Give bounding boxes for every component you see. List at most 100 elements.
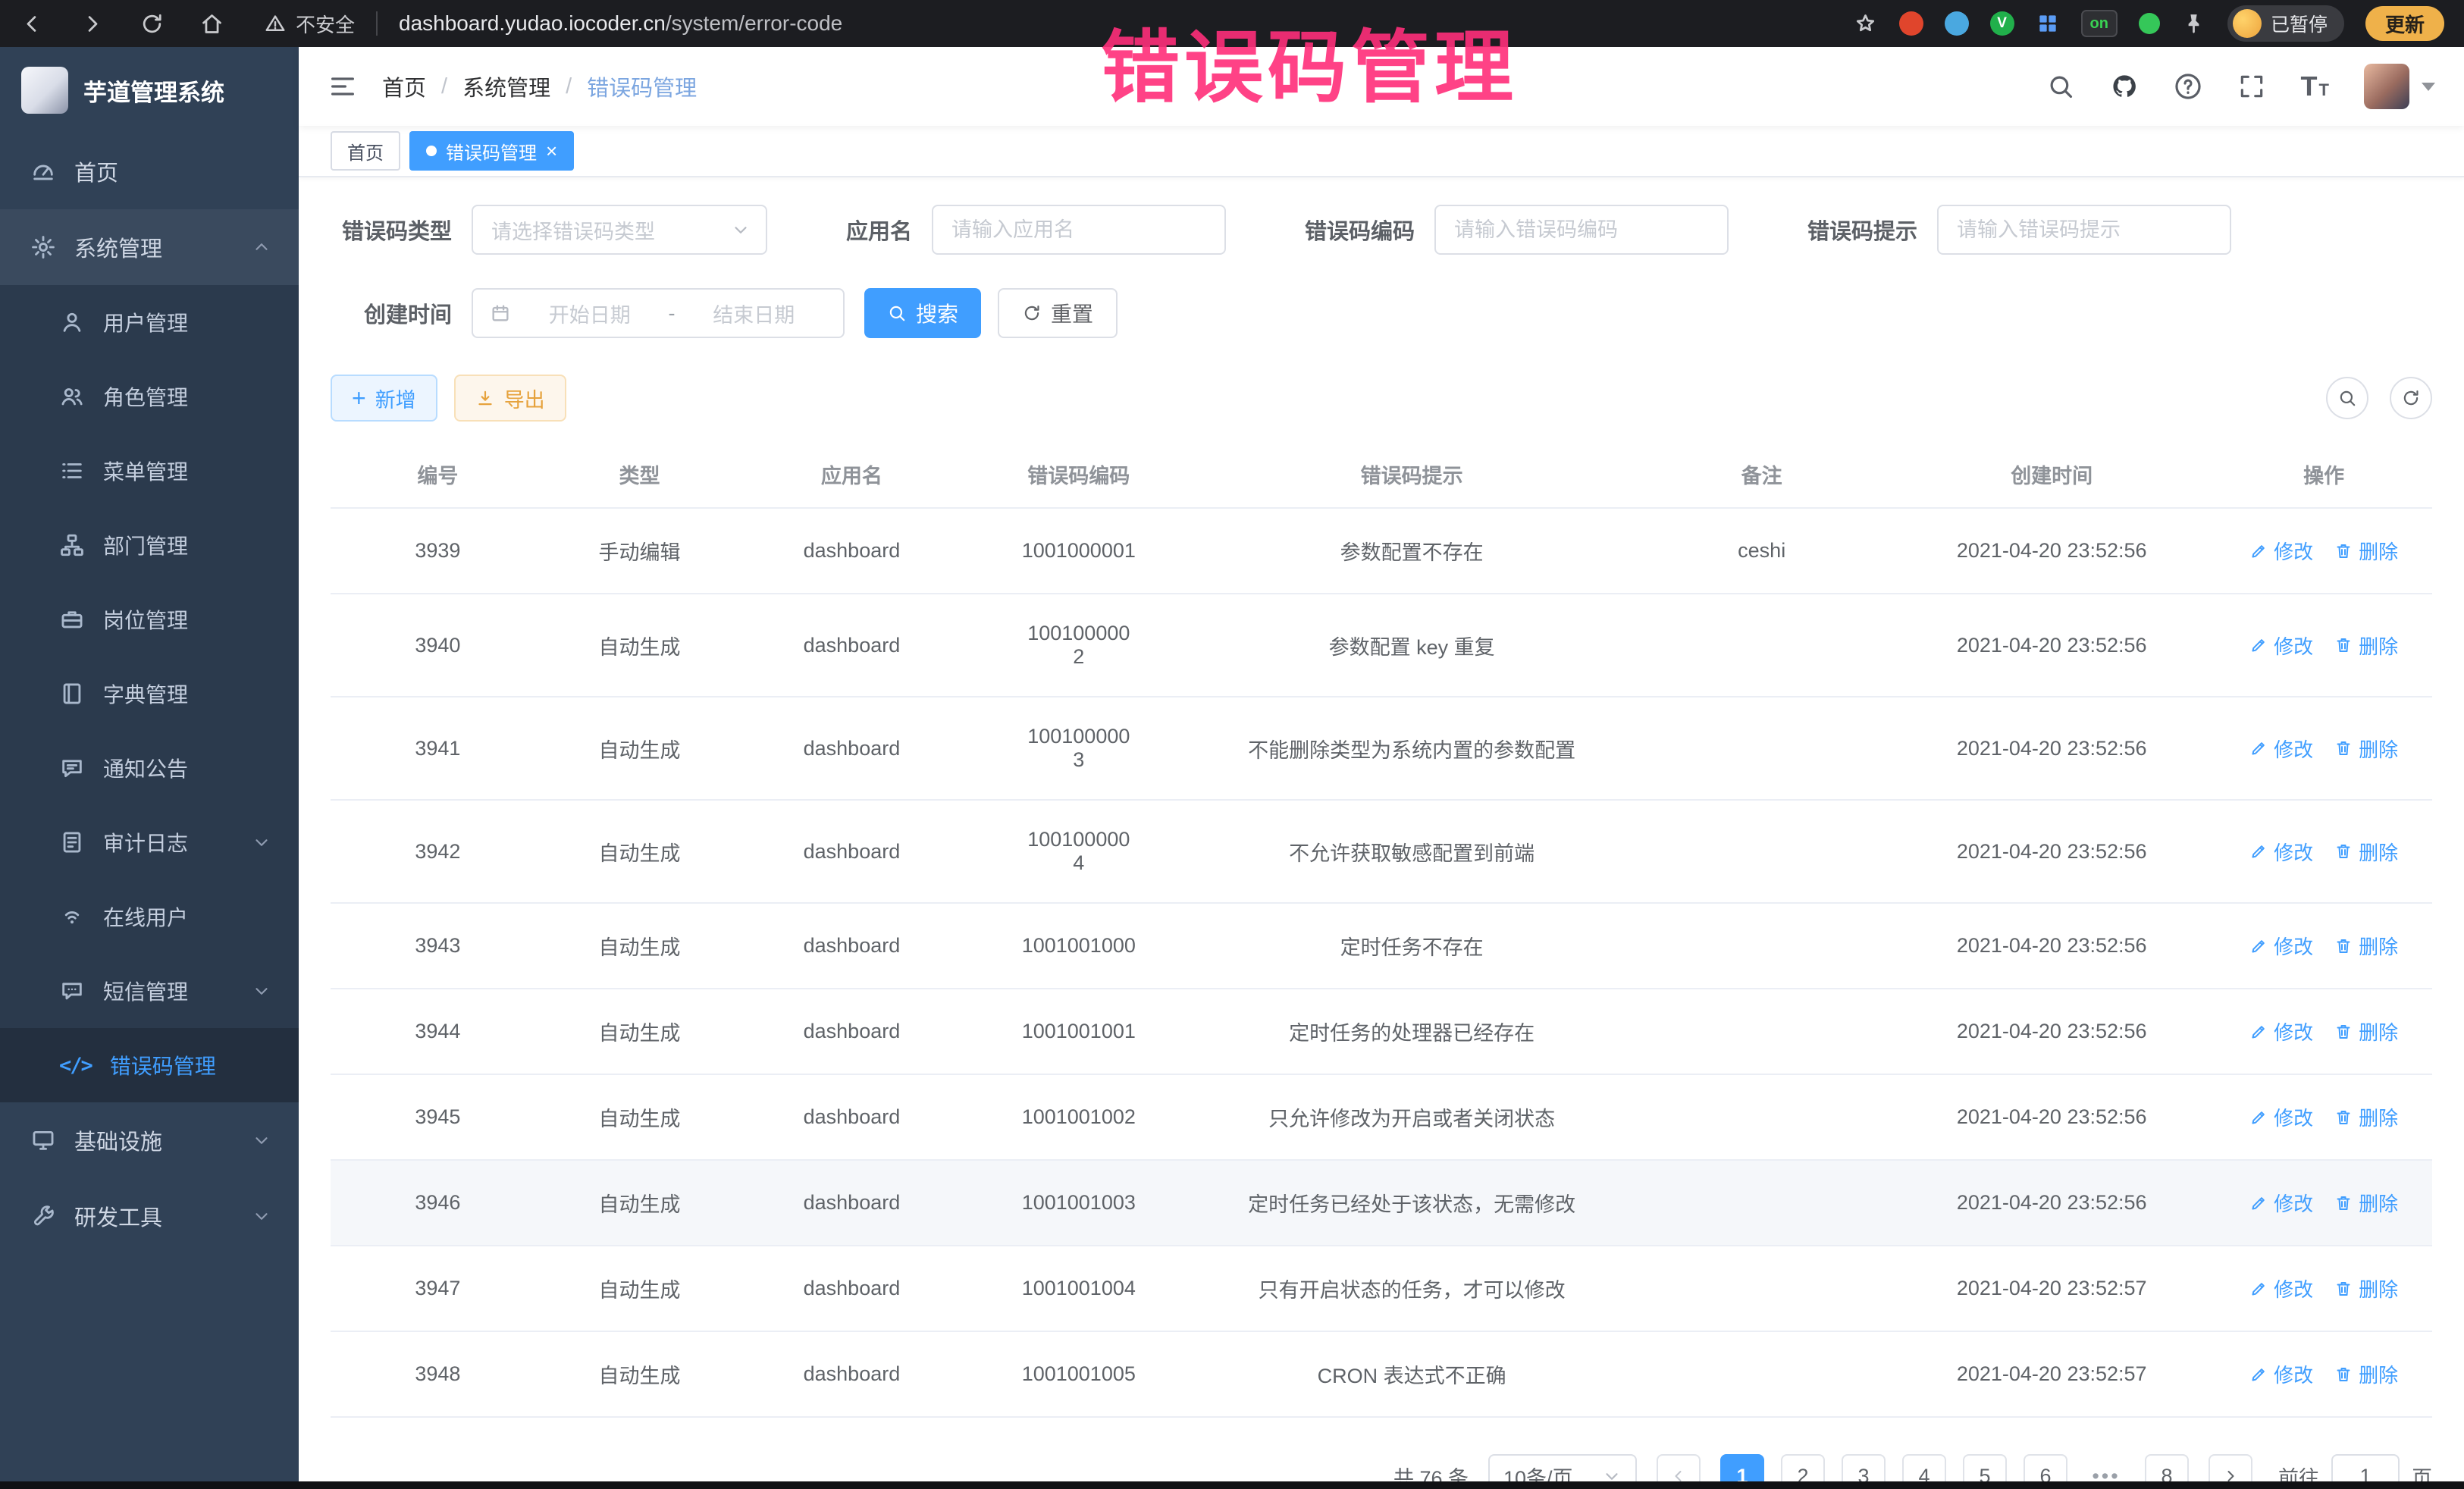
extension-on-badge[interactable]: on [2081,10,2118,37]
search-button[interactable]: 搜索 [864,288,981,338]
app-name-input[interactable] [932,205,1226,255]
delete-link[interactable]: 删除 [2334,1103,2398,1131]
sidebar-toggle-icon[interactable] [328,71,358,102]
help-icon[interactable] [2174,72,2202,101]
sidebar-item-home[interactable]: 首页 [0,133,299,209]
sidebar-item-menus[interactable]: 菜单管理 [0,434,299,508]
refresh-icon [1022,303,1042,323]
forward-icon[interactable] [80,11,105,36]
security-indicator[interactable]: 不安全 [264,10,355,38]
browser-home-icon[interactable] [199,11,224,36]
extension-icon-green[interactable]: V [1990,11,2014,36]
browser-profile-chip[interactable]: 已暂停 [2227,5,2344,42]
document-icon [59,829,85,855]
sidebar-item-sms[interactable]: 短信管理 [0,954,299,1028]
edit-link[interactable]: 修改 [2249,1017,2313,1045]
edit-link[interactable]: 修改 [2249,932,2313,960]
browser-update-button[interactable]: 更新 [2365,6,2444,41]
sidebar-item-online-users[interactable]: 在线用户 [0,879,299,954]
cell-type: 自动生成 [545,1161,734,1245]
error-type-select[interactable]: 请选择错误码类型 [472,205,767,255]
toggle-search-button[interactable] [2326,377,2368,419]
sidebar-item-dictionary[interactable]: 字典管理 [0,657,299,731]
cell-error-code: 1001001005 [970,1335,1188,1413]
address-bar[interactable]: dashboard.yudao.iocoder.cn/system/error-… [399,11,842,36]
delete-link-label: 删除 [2359,537,2398,565]
sidebar-item-audit-log[interactable]: 审计日志 [0,805,299,879]
delete-link[interactable]: 删除 [2334,735,2398,763]
edit-link[interactable]: 修改 [2249,537,2313,565]
sidebar-item-users[interactable]: 用户管理 [0,285,299,359]
edit-link[interactable]: 修改 [2249,838,2313,866]
pin-icon[interactable] [2181,11,2206,36]
delete-link[interactable]: 删除 [2334,537,2398,565]
sidebar-item-system[interactable]: 系统管理 [0,209,299,285]
delete-link[interactable]: 删除 [2334,1189,2398,1217]
edit-link-label: 修改 [2274,838,2313,866]
sidebar-item-dev-tools[interactable]: 研发工具 [0,1178,299,1254]
user-menu[interactable] [2364,64,2435,109]
reload-icon[interactable] [140,11,165,36]
add-button[interactable]: + 新增 [331,375,437,422]
signal-icon [59,904,85,929]
extension-icon-red[interactable] [1899,11,1923,36]
cell-id: 3940 [331,607,545,685]
cell-error-hint: 参数配置 key 重复 [1188,603,1635,688]
extension-icon-blue[interactable] [1945,11,1969,36]
edit-link[interactable]: 修改 [2249,735,2313,763]
sidebar-item-infrastructure[interactable]: 基础设施 [0,1102,299,1178]
back-icon[interactable] [20,11,45,36]
edit-link[interactable]: 修改 [2249,1189,2313,1217]
cell-type: 自动生成 [545,989,734,1074]
edit-link[interactable]: 修改 [2249,1103,2313,1131]
cell-create-time: 2021-04-20 23:52:56 [1888,992,2215,1071]
error-code-input[interactable] [1434,205,1729,255]
edit-link-label: 修改 [2274,1274,2313,1302]
github-icon[interactable] [2110,72,2139,101]
edit-icon [2249,1280,2268,1298]
header-type: 类型 [545,441,734,507]
refresh-table-button[interactable] [2390,377,2432,419]
sidebar-item-posts[interactable]: 岗位管理 [0,582,299,657]
cell-operations: 修改 删除 [2215,509,2432,592]
tag-error-code[interactable]: 错误码管理 × [409,131,574,171]
tag-home[interactable]: 首页 [331,131,400,171]
sidebar-item-roles[interactable]: 角色管理 [0,359,299,434]
cell-app-name: dashboard [734,813,969,891]
extension-icon-green-dot[interactable] [2139,13,2160,34]
edit-link-label: 修改 [2274,632,2313,660]
edit-link[interactable]: 修改 [2249,1360,2313,1388]
close-icon[interactable]: × [546,141,557,161]
edit-link[interactable]: 修改 [2249,632,2313,660]
delete-link[interactable]: 删除 [2334,932,2398,960]
breadcrumb-home[interactable]: 首页 [382,71,426,102]
breadcrumb-separator: / [566,74,572,99]
error-hint-input[interactable] [1937,205,2231,255]
extension-icon-grid[interactable] [2036,11,2060,36]
search-icon[interactable] [2046,72,2075,101]
sidebar-item-notices[interactable]: 通知公告 [0,731,299,805]
delete-link[interactable]: 删除 [2334,1274,2398,1302]
edit-link-label: 修改 [2274,1360,2313,1388]
bookmark-star-icon[interactable] [1853,11,1878,36]
delete-link[interactable]: 删除 [2334,632,2398,660]
font-size-icon[interactable]: TT [2301,71,2329,102]
screen: 不安全 dashboard.yudao.iocoder.cn/system/er… [0,0,2464,1489]
sidebar-item-error-code[interactable]: </> 错误码管理 [0,1028,299,1102]
delete-link[interactable]: 删除 [2334,1017,2398,1045]
range-separator: - [669,302,676,325]
create-time-range-picker[interactable]: 开始日期 - 结束日期 [472,288,845,338]
reset-button[interactable]: 重置 [998,288,1118,338]
edit-icon [2249,1365,2268,1384]
delete-link[interactable]: 删除 [2334,1360,2398,1388]
export-button[interactable]: 导出 [454,375,566,422]
edit-link[interactable]: 修改 [2249,1274,2313,1302]
sidebar-item-departments[interactable]: 部门管理 [0,508,299,582]
delete-link[interactable]: 删除 [2334,838,2398,866]
delete-link-label: 删除 [2359,632,2398,660]
table-row: 3940 自动生成 dashboard 100100000 2 参数配置 key… [331,594,2432,697]
cell-create-time: 2021-04-20 23:52:57 [1888,1335,2215,1413]
browser-actions: V on 已暂停 更新 [1853,5,2444,42]
fullscreen-icon[interactable] [2237,72,2266,101]
breadcrumb-section[interactable]: 系统管理 [462,71,550,102]
